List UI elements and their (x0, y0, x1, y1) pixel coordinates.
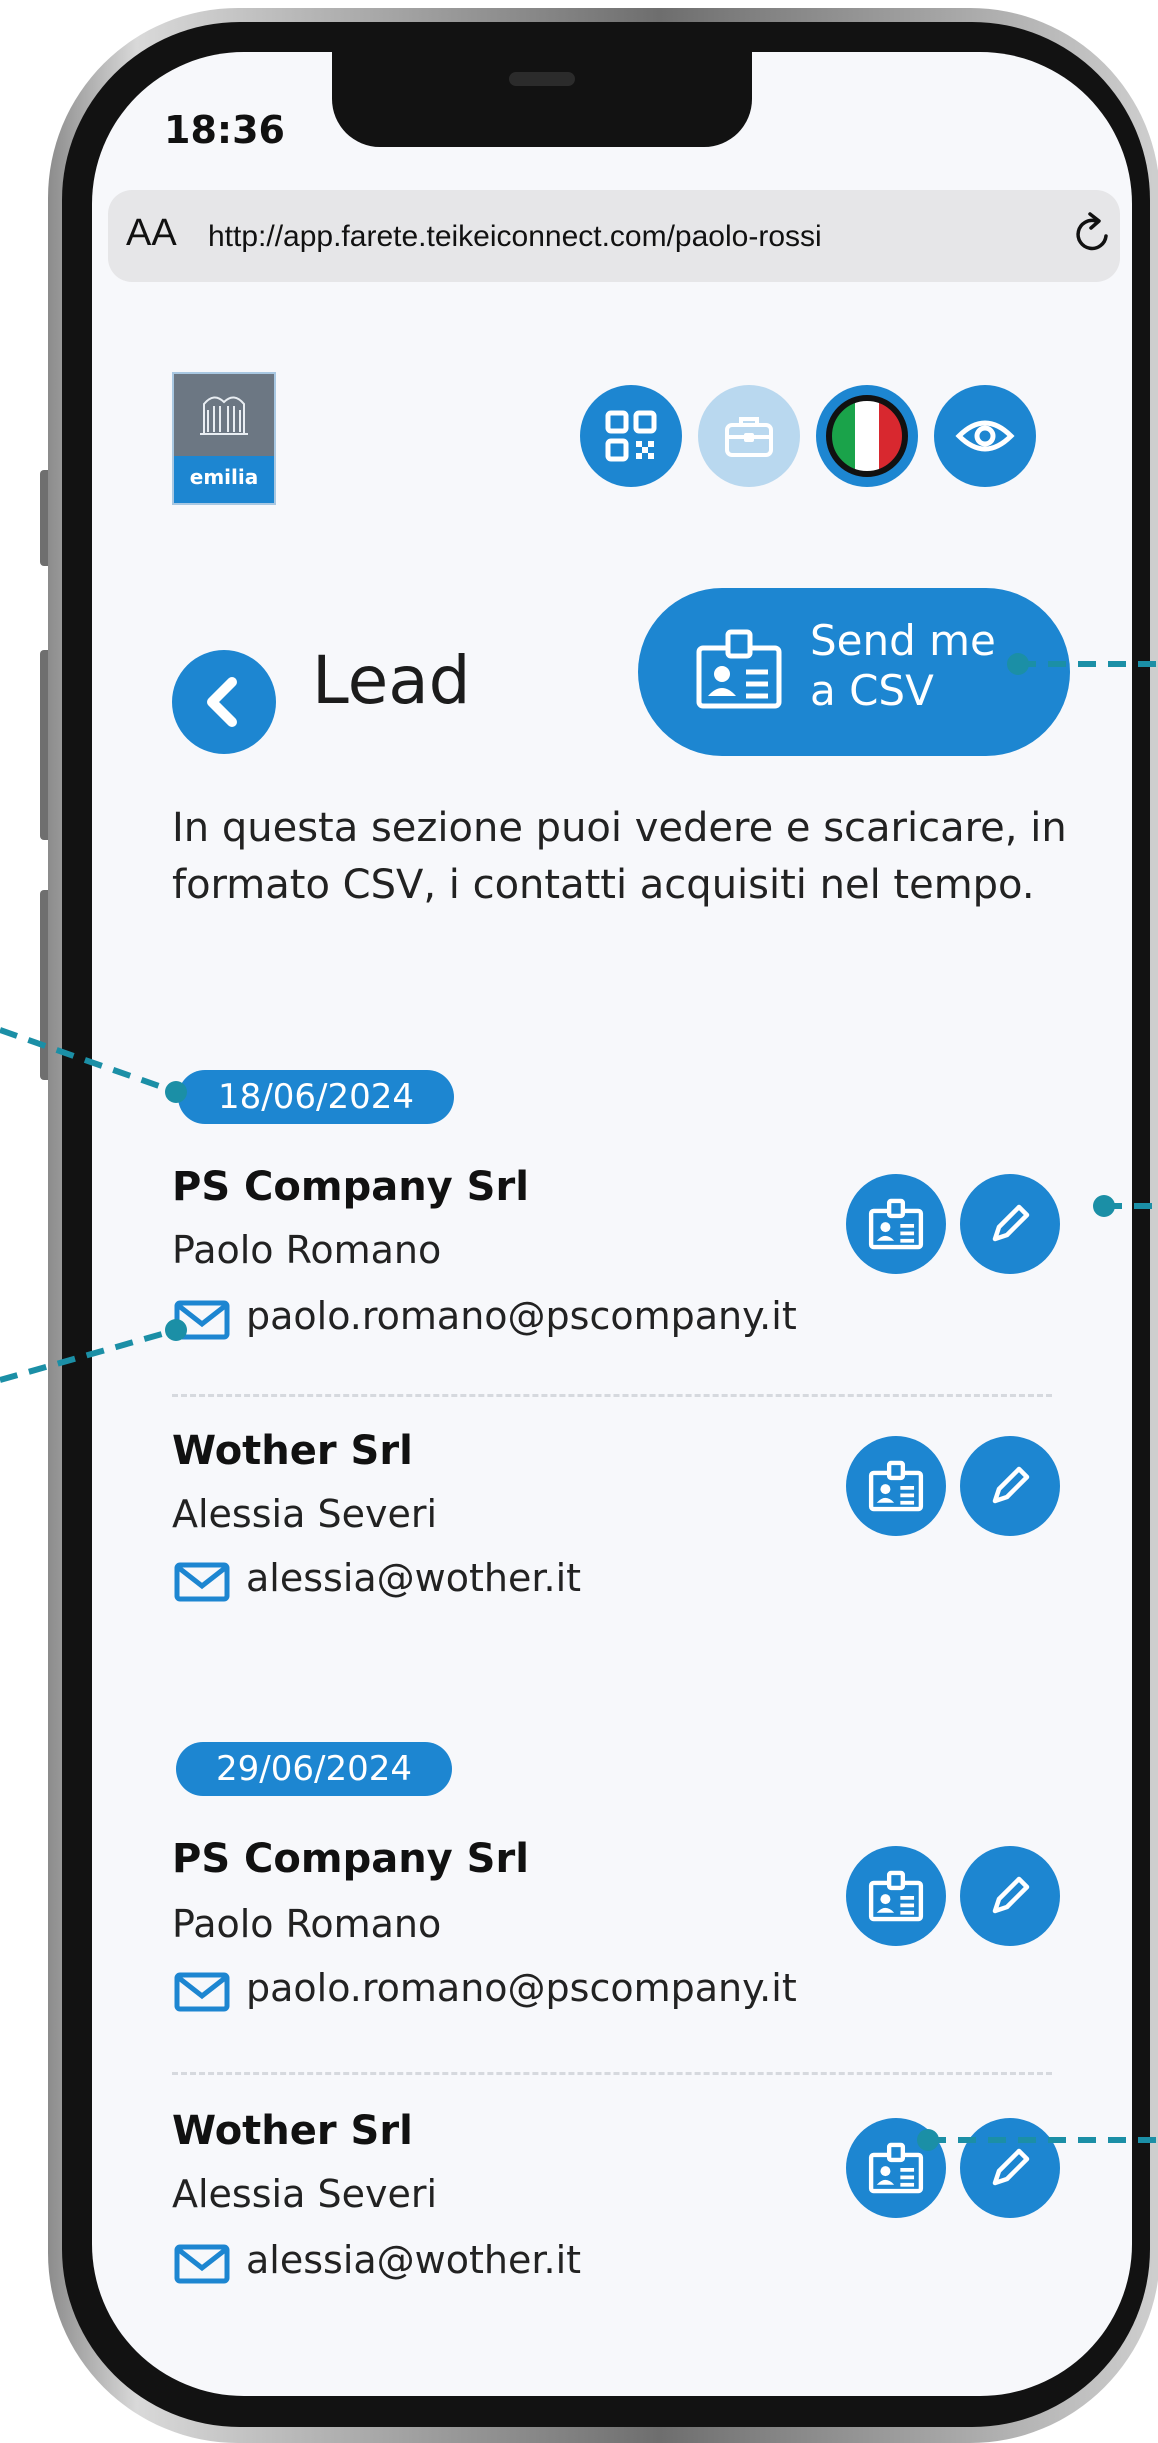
annotation-lines (0, 653, 1158, 2151)
